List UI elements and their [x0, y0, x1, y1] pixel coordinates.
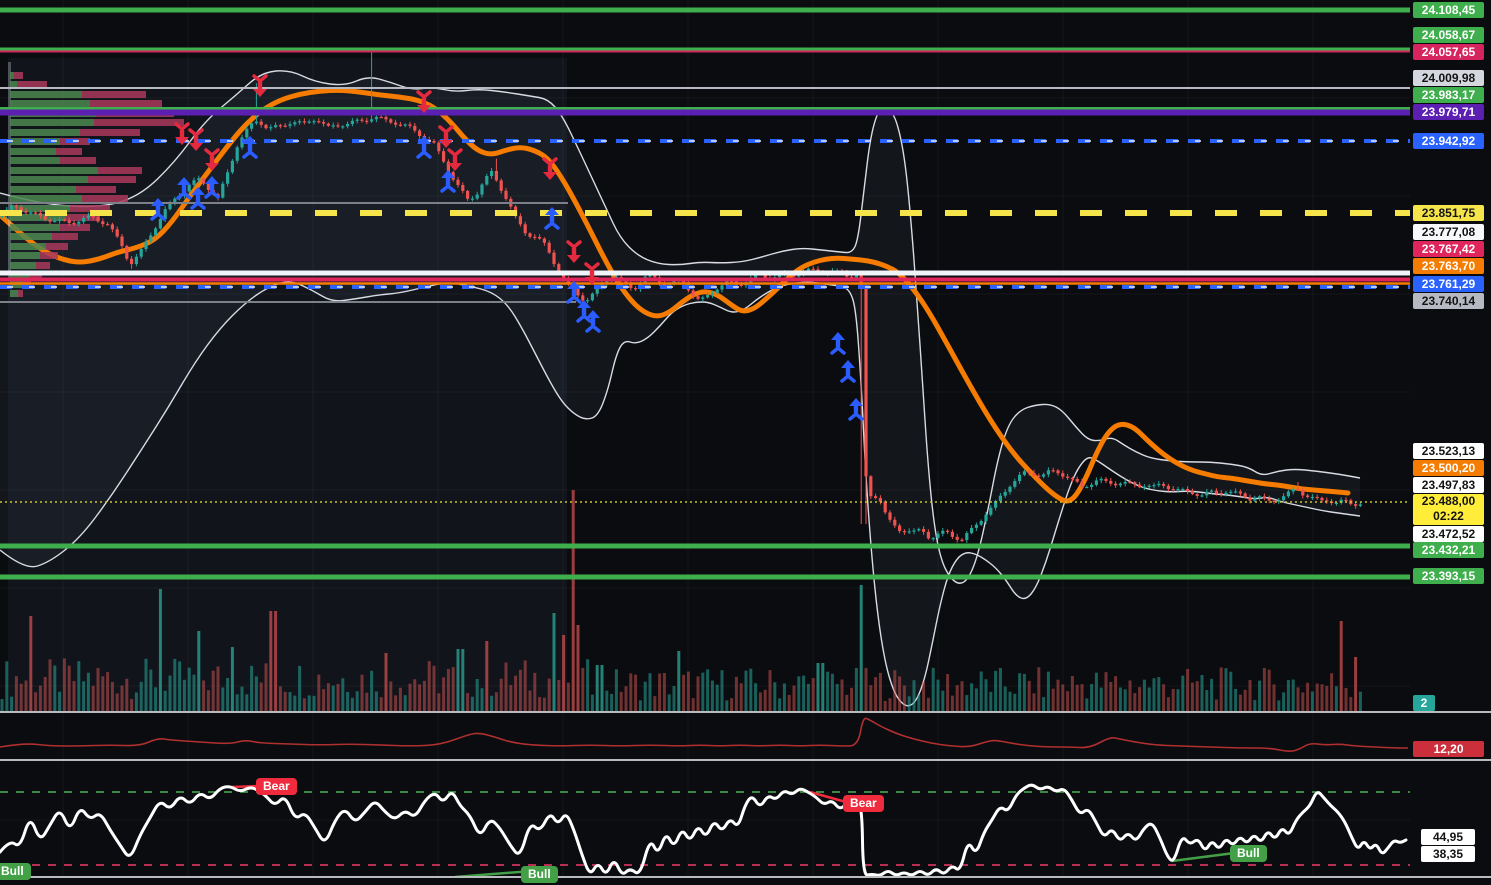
price-label-text: 2 [1421, 696, 1428, 710]
price-label-14[interactable]: 23.500,20 [1413, 460, 1484, 476]
price-label-6[interactable]: 23.942,92 [1413, 133, 1484, 149]
price-label-text: 23.393,15 [1422, 569, 1475, 583]
price-label-8[interactable]: 23.777,08 [1413, 224, 1484, 240]
price-label-text: 24.108,45 [1422, 3, 1475, 17]
price-label-18[interactable]: 23.432,21 [1413, 542, 1484, 558]
signal-pointer-line [232, 786, 258, 787]
price-label-text: 23.523,13 [1422, 444, 1475, 458]
price-label-16[interactable]: 23.488,0002:22 [1413, 494, 1484, 525]
price-label-11[interactable]: 23.761,29 [1413, 276, 1484, 292]
price-label-text: 23.497,83 [1422, 478, 1475, 492]
price-label-22[interactable]: 44,95 [1421, 829, 1475, 845]
price-label-text: 23.432,21 [1422, 543, 1475, 557]
price-label-4[interactable]: 23.983,17 [1413, 87, 1484, 103]
price-label-1[interactable]: 24.058,67 [1413, 27, 1484, 43]
countdown-text: 02:22 [1413, 509, 1484, 524]
price-label-20[interactable]: 2 [1413, 695, 1435, 711]
price-label-text: 23.777,08 [1422, 225, 1475, 239]
chart-canvas[interactable] [0, 0, 1491, 885]
price-label-text: 23.763,70 [1422, 259, 1475, 273]
price-label-text: 23.767,42 [1422, 242, 1475, 256]
price-label-text: 23.983,17 [1422, 88, 1475, 102]
price-label-5[interactable]: 23.979,71 [1413, 104, 1484, 120]
price-label-0[interactable]: 24.108,45 [1413, 2, 1484, 18]
price-label-3[interactable]: 24.009,98 [1413, 70, 1484, 86]
price-label-text: 23.851,75 [1422, 206, 1475, 220]
price-label-text: 38,35 [1433, 847, 1463, 861]
price-label-7[interactable]: 23.851,75 [1413, 205, 1484, 221]
price-label-text: 24.057,65 [1422, 45, 1475, 59]
price-label-text: 23.500,20 [1422, 461, 1475, 475]
price-label-15[interactable]: 23.497,83 [1413, 477, 1484, 493]
price-label-text: 23.942,92 [1422, 134, 1475, 148]
price-label-21[interactable]: 12,20 [1413, 741, 1484, 757]
bear-label: Bear [843, 795, 884, 812]
price-label-text: 24.058,67 [1422, 28, 1475, 42]
price-label-text: 23.740,14 [1422, 294, 1475, 308]
bull-label: Bull [521, 866, 558, 883]
bull-label: Bull [0, 863, 31, 880]
price-label-9[interactable]: 23.767,42 [1413, 241, 1484, 257]
price-label-23[interactable]: 38,35 [1421, 846, 1475, 862]
price-label-text: 23.472,52 [1422, 527, 1475, 541]
price-label-19[interactable]: 23.393,15 [1413, 568, 1484, 584]
price-label-text: 23.761,29 [1422, 277, 1475, 291]
trading-chart-window: 24.108,45 24.058,67 24.057,65 24.009,98 23.9… [0, 0, 1491, 885]
price-label-17[interactable]: 23.472,52 [1413, 526, 1484, 542]
price-label-text: 23.488,00 [1422, 494, 1475, 508]
price-label-text: 12,20 [1433, 742, 1463, 756]
price-label-text: 44,95 [1433, 830, 1463, 844]
price-label-text: 24.009,98 [1422, 71, 1475, 85]
price-label-13[interactable]: 23.523,13 [1413, 443, 1484, 459]
price-label-12[interactable]: 23.740,14 [1413, 293, 1484, 309]
price-label-10[interactable]: 23.763,70 [1413, 258, 1484, 274]
price-label-2[interactable]: 24.057,65 [1413, 44, 1484, 60]
bear-label: Bear [256, 778, 297, 795]
price-label-text: 23.979,71 [1422, 105, 1475, 119]
bull-label: Bull [1230, 845, 1267, 862]
